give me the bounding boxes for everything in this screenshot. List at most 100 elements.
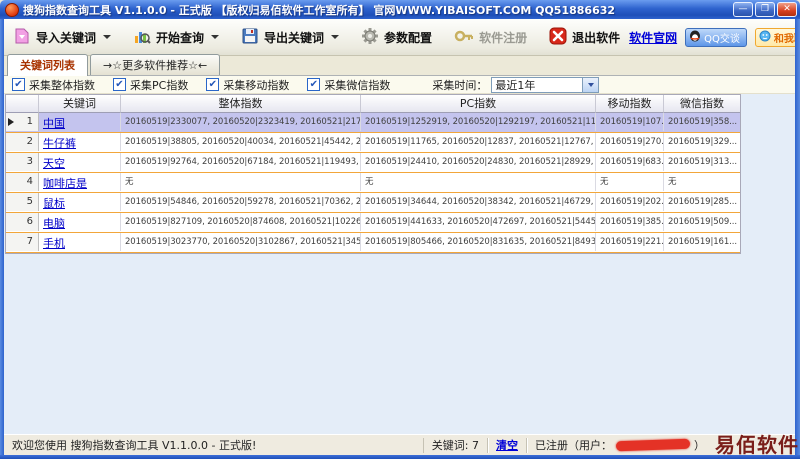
window-border-left xyxy=(0,19,4,459)
pc-index-cell: 20160519|34644, 20160520|38342, 20160521… xyxy=(361,193,596,211)
current-row-arrow xyxy=(8,118,14,126)
contact-button[interactable]: 和我联系 xyxy=(755,28,800,47)
toolbar: 导入关键词 开始查询 导出关键词 参数配置 xyxy=(4,19,795,56)
time-range-select[interactable]: 最近1年 xyxy=(491,77,599,93)
wechat-index-cell: 无 xyxy=(664,173,740,191)
wechat-index-cell: 20160519|329... xyxy=(664,133,740,151)
overall-index-cell: 20160519|54846, 20160520|59278, 20160521… xyxy=(121,193,361,211)
keyword-cell[interactable]: 牛仔裤 xyxy=(39,133,121,151)
pc-index-cell: 20160519|805466, 20160520|831635, 201605… xyxy=(361,233,596,251)
overall-index-cell: 20160519|827109, 20160520|874608, 201605… xyxy=(121,213,361,231)
row-number: 4 xyxy=(27,173,33,191)
window-title: 搜狗指数查询工具 V1.1.0.0 - 正式版 【版权归易佰软件工作室所有】 官… xyxy=(23,2,733,18)
keyword-link: 咖啡店是 xyxy=(43,177,87,190)
header-pc-index[interactable]: PC指数 xyxy=(361,95,596,113)
tab-keyword-list[interactable]: 关键词列表 xyxy=(7,54,88,76)
tab-more-software[interactable]: →☆更多软件推荐☆← xyxy=(90,54,220,75)
export-keywords-button[interactable]: 导出关键词 xyxy=(232,21,348,53)
row-header: 7 xyxy=(6,233,39,251)
checkbox-mobile-index[interactable]: ✔ 采集移动指数 xyxy=(206,77,289,93)
checkbox-checked-icon: ✔ xyxy=(206,78,219,91)
header-mobile-index[interactable]: 移动指数 xyxy=(596,95,664,113)
combo-dropdown-button[interactable] xyxy=(582,78,598,92)
clear-keywords-link[interactable]: 清空 xyxy=(496,438,518,453)
row-header: 2 xyxy=(6,133,39,151)
header-row-selector xyxy=(6,95,39,113)
exit-button[interactable]: 退出软件 xyxy=(540,21,629,53)
mobile-index-cell: 20160519|270... xyxy=(596,133,664,151)
minimize-button[interactable]: — xyxy=(733,2,753,17)
config-button[interactable]: 参数配置 xyxy=(352,21,441,53)
status-keyword-count: 关键词: 7 xyxy=(423,438,488,453)
toolbar-links: 软件官网 QQ交谈 和我联系 xyxy=(629,28,800,47)
keyword-link: 天空 xyxy=(43,157,65,170)
checkbox-overall-index[interactable]: ✔ 采集整体指数 xyxy=(12,77,95,93)
qq-chat-button[interactable]: QQ交谈 xyxy=(685,28,747,47)
keyword-link: 牛仔裤 xyxy=(43,137,76,150)
redacted-username-scribble xyxy=(616,439,690,452)
chevron-down-icon xyxy=(588,83,594,87)
key-icon xyxy=(454,27,474,48)
wechat-index-cell: 20160519|313... xyxy=(664,153,740,171)
app-window: 搜狗指数查询工具 V1.1.0.0 - 正式版 【版权归易佰软件工作室所有】 官… xyxy=(0,0,800,459)
status-clear-section: 清空 xyxy=(488,438,527,453)
website-link[interactable]: 软件官网 xyxy=(629,29,677,46)
qq-icon xyxy=(689,30,701,45)
row-header: 3 xyxy=(6,153,39,171)
table-row[interactable]: 4 咖啡店是 无 无 无 无 xyxy=(6,173,740,193)
header-keyword[interactable]: 关键词 xyxy=(39,95,121,113)
keyword-cell[interactable]: 手机 xyxy=(39,233,121,251)
overall-index-cell: 无 xyxy=(121,173,361,191)
row-header: 1 xyxy=(6,113,39,131)
keyword-cell[interactable]: 天空 xyxy=(39,153,121,171)
row-header: 4 xyxy=(6,173,39,191)
wechat-index-cell: 20160519|358... xyxy=(664,113,740,131)
start-query-label: 开始查询 xyxy=(156,29,204,46)
tab-strip: 关键词列表 →☆更多软件推荐☆← xyxy=(4,56,795,76)
checkbox-wechat-index[interactable]: ✔ 采集微信指数 xyxy=(307,77,390,93)
register-button[interactable]: 软件注册 xyxy=(445,21,536,53)
row-number: 3 xyxy=(27,153,33,171)
status-bar: 欢迎您使用 搜狗指数查询工具 V1.1.0.0 - 正式版! 关键词: 7 清空… xyxy=(4,434,795,455)
keyword-link: 中国 xyxy=(43,117,65,130)
maximize-button[interactable]: ❐ xyxy=(755,2,775,17)
register-label: 软件注册 xyxy=(479,29,527,46)
overall-index-cell: 20160519|38805, 20160520|40034, 20160521… xyxy=(121,133,361,151)
table-row[interactable]: 3 天空 20160519|92764, 20160520|67184, 201… xyxy=(6,153,740,173)
keyword-cell[interactable]: 咖啡店是 xyxy=(39,173,121,191)
wechat-index-cell: 20160519|161... xyxy=(664,233,740,251)
header-overall-index[interactable]: 整体指数 xyxy=(121,95,361,113)
import-keywords-button[interactable]: 导入关键词 xyxy=(4,21,120,53)
checkbox-pc-index[interactable]: ✔ 采集PC指数 xyxy=(113,77,188,93)
keyword-link: 电脑 xyxy=(43,217,65,230)
row-header: 5 xyxy=(6,193,39,211)
mobile-index-cell: 20160519|221... xyxy=(596,233,664,251)
row-number: 6 xyxy=(27,213,33,231)
import-icon xyxy=(13,27,31,48)
app-icon xyxy=(5,3,19,17)
qq-chat-label: QQ交谈 xyxy=(704,30,740,45)
checkbox-label: 采集整体指数 xyxy=(29,77,95,93)
keyword-cell[interactable]: 鼠标 xyxy=(39,193,121,211)
table-row[interactable]: 7 手机 20160519|3023770, 20160520|3102867,… xyxy=(6,233,740,253)
table-row[interactable]: 6 电脑 20160519|827109, 20160520|874608, 2… xyxy=(6,213,740,233)
pc-index-cell: 无 xyxy=(361,173,596,191)
table-row[interactable]: 1 中国 20160519|2330077, 20160520|2323419,… xyxy=(6,113,740,133)
checkbox-checked-icon: ✔ xyxy=(12,78,25,91)
start-query-button[interactable]: 开始查询 xyxy=(124,21,228,53)
wechat-index-cell: 20160519|285... xyxy=(664,193,740,211)
table-row[interactable]: 2 牛仔裤 20160519|38805, 20160520|40034, 20… xyxy=(6,133,740,153)
pc-index-cell: 20160519|441633, 20160520|472697, 201605… xyxy=(361,213,596,231)
vendor-watermark: 易佰软件 xyxy=(715,429,799,458)
close-button[interactable]: ✕ xyxy=(777,2,797,17)
pc-index-cell: 20160519|24410, 20160520|24830, 20160521… xyxy=(361,153,596,171)
header-wechat-index[interactable]: 微信指数 xyxy=(664,95,740,113)
table-header-row: 关键词 整体指数 PC指数 移动指数 微信指数 xyxy=(6,95,740,113)
row-number: 1 xyxy=(27,113,33,131)
registered-text: 已注册（用户： xyxy=(535,438,612,453)
window-border-right xyxy=(795,19,800,459)
keyword-cell[interactable]: 中国 xyxy=(39,113,121,131)
table-row[interactable]: 5 鼠标 20160519|54846, 20160520|59278, 201… xyxy=(6,193,740,213)
registered-text-close: ） xyxy=(694,438,705,453)
keyword-cell[interactable]: 电脑 xyxy=(39,213,121,231)
